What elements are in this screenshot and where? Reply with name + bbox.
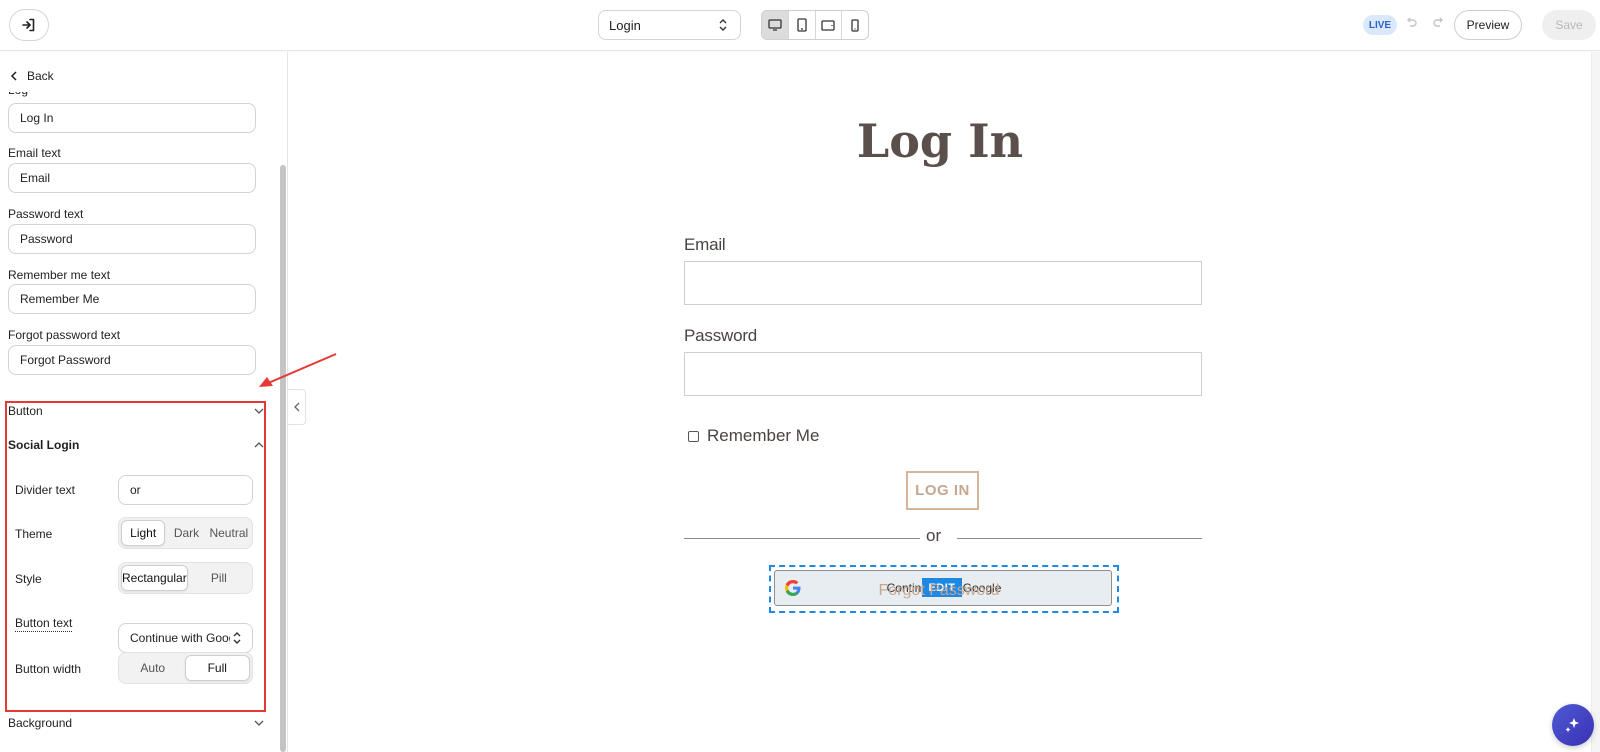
canvas-password-label: Password xyxy=(684,326,758,345)
section-background[interactable]: Background xyxy=(8,716,264,730)
password-text-label: Password text xyxy=(8,207,84,221)
chevron-left-icon xyxy=(293,402,299,412)
canvas-forgot-password-link[interactable]: Forgot Password xyxy=(680,582,1198,600)
desktop-icon xyxy=(768,19,782,31)
section-background-label: Background xyxy=(8,716,73,730)
email-text-input[interactable]: Email xyxy=(8,163,256,193)
canvas-divider-text: or xyxy=(926,526,942,545)
canvas-scrollbar[interactable] xyxy=(1591,52,1600,752)
settings-sidebar: Back Log Log In Email text Email Passwor… xyxy=(0,52,288,752)
tablet-icon xyxy=(796,18,807,32)
clipped-field-label: Log xyxy=(8,92,38,97)
forgot-text-label: Forgot password text xyxy=(8,328,121,342)
canvas-remember-row[interactable]: Remember Me xyxy=(688,426,819,446)
device-mobile-button[interactable] xyxy=(842,11,868,39)
sparkle-icon xyxy=(1565,718,1579,733)
exit-editor-button[interactable] xyxy=(9,9,49,41)
canvas-password-input[interactable] xyxy=(684,352,1202,396)
canvas-login-title: Log In xyxy=(856,114,1024,168)
back-button[interactable]: Back xyxy=(10,69,54,83)
email-text-label: Email text xyxy=(8,146,61,160)
mobile-icon xyxy=(851,18,859,32)
device-switcher xyxy=(761,10,869,40)
forgot-text-input[interactable]: Forgot Password xyxy=(8,345,256,375)
preview-button[interactable]: Preview xyxy=(1454,10,1522,40)
annotation-arrow xyxy=(259,353,337,387)
exit-icon xyxy=(22,18,35,32)
chevron-left-icon xyxy=(10,71,17,81)
tablet-landscape-icon xyxy=(821,19,836,31)
device-tablet-landscape-button[interactable] xyxy=(816,11,843,39)
ai-assistant-button[interactable] xyxy=(1552,704,1594,746)
page-select-value: Login xyxy=(609,17,641,33)
undo-icon[interactable] xyxy=(1404,16,1418,30)
live-status-badge: LIVE xyxy=(1363,15,1397,35)
device-tablet-button[interactable] xyxy=(789,11,816,39)
collapse-sidebar-button[interactable] xyxy=(288,389,306,425)
remember-checkbox[interactable] xyxy=(688,430,699,442)
sidebar-scrollbar[interactable] xyxy=(280,165,286,752)
remember-text-input[interactable]: Remember Me xyxy=(8,284,256,314)
divider-line-left xyxy=(684,538,920,539)
canvas-email-label: Email xyxy=(684,235,726,254)
canvas-login-button[interactable]: LOG IN xyxy=(906,471,979,510)
redo-icon[interactable] xyxy=(1432,16,1446,30)
save-button[interactable]: Save xyxy=(1542,10,1596,40)
top-toolbar: Login LIVE Preview Save xyxy=(0,0,1600,51)
remember-text-label: Remember me text xyxy=(8,268,111,282)
page-select[interactable]: Login xyxy=(598,10,741,40)
canvas-email-input[interactable] xyxy=(684,261,1202,305)
back-label: Back xyxy=(27,69,54,83)
annotation-highlight-box xyxy=(5,401,266,712)
chevron-updown-icon xyxy=(719,19,727,31)
divider-line-right xyxy=(957,538,1202,539)
password-text-input[interactable]: Password xyxy=(8,224,256,254)
device-desktop-button[interactable] xyxy=(762,11,789,39)
chevron-down-icon xyxy=(254,720,264,726)
canvas-remember-label: Remember Me xyxy=(707,426,820,445)
title-text-input[interactable]: Log In xyxy=(8,103,256,133)
